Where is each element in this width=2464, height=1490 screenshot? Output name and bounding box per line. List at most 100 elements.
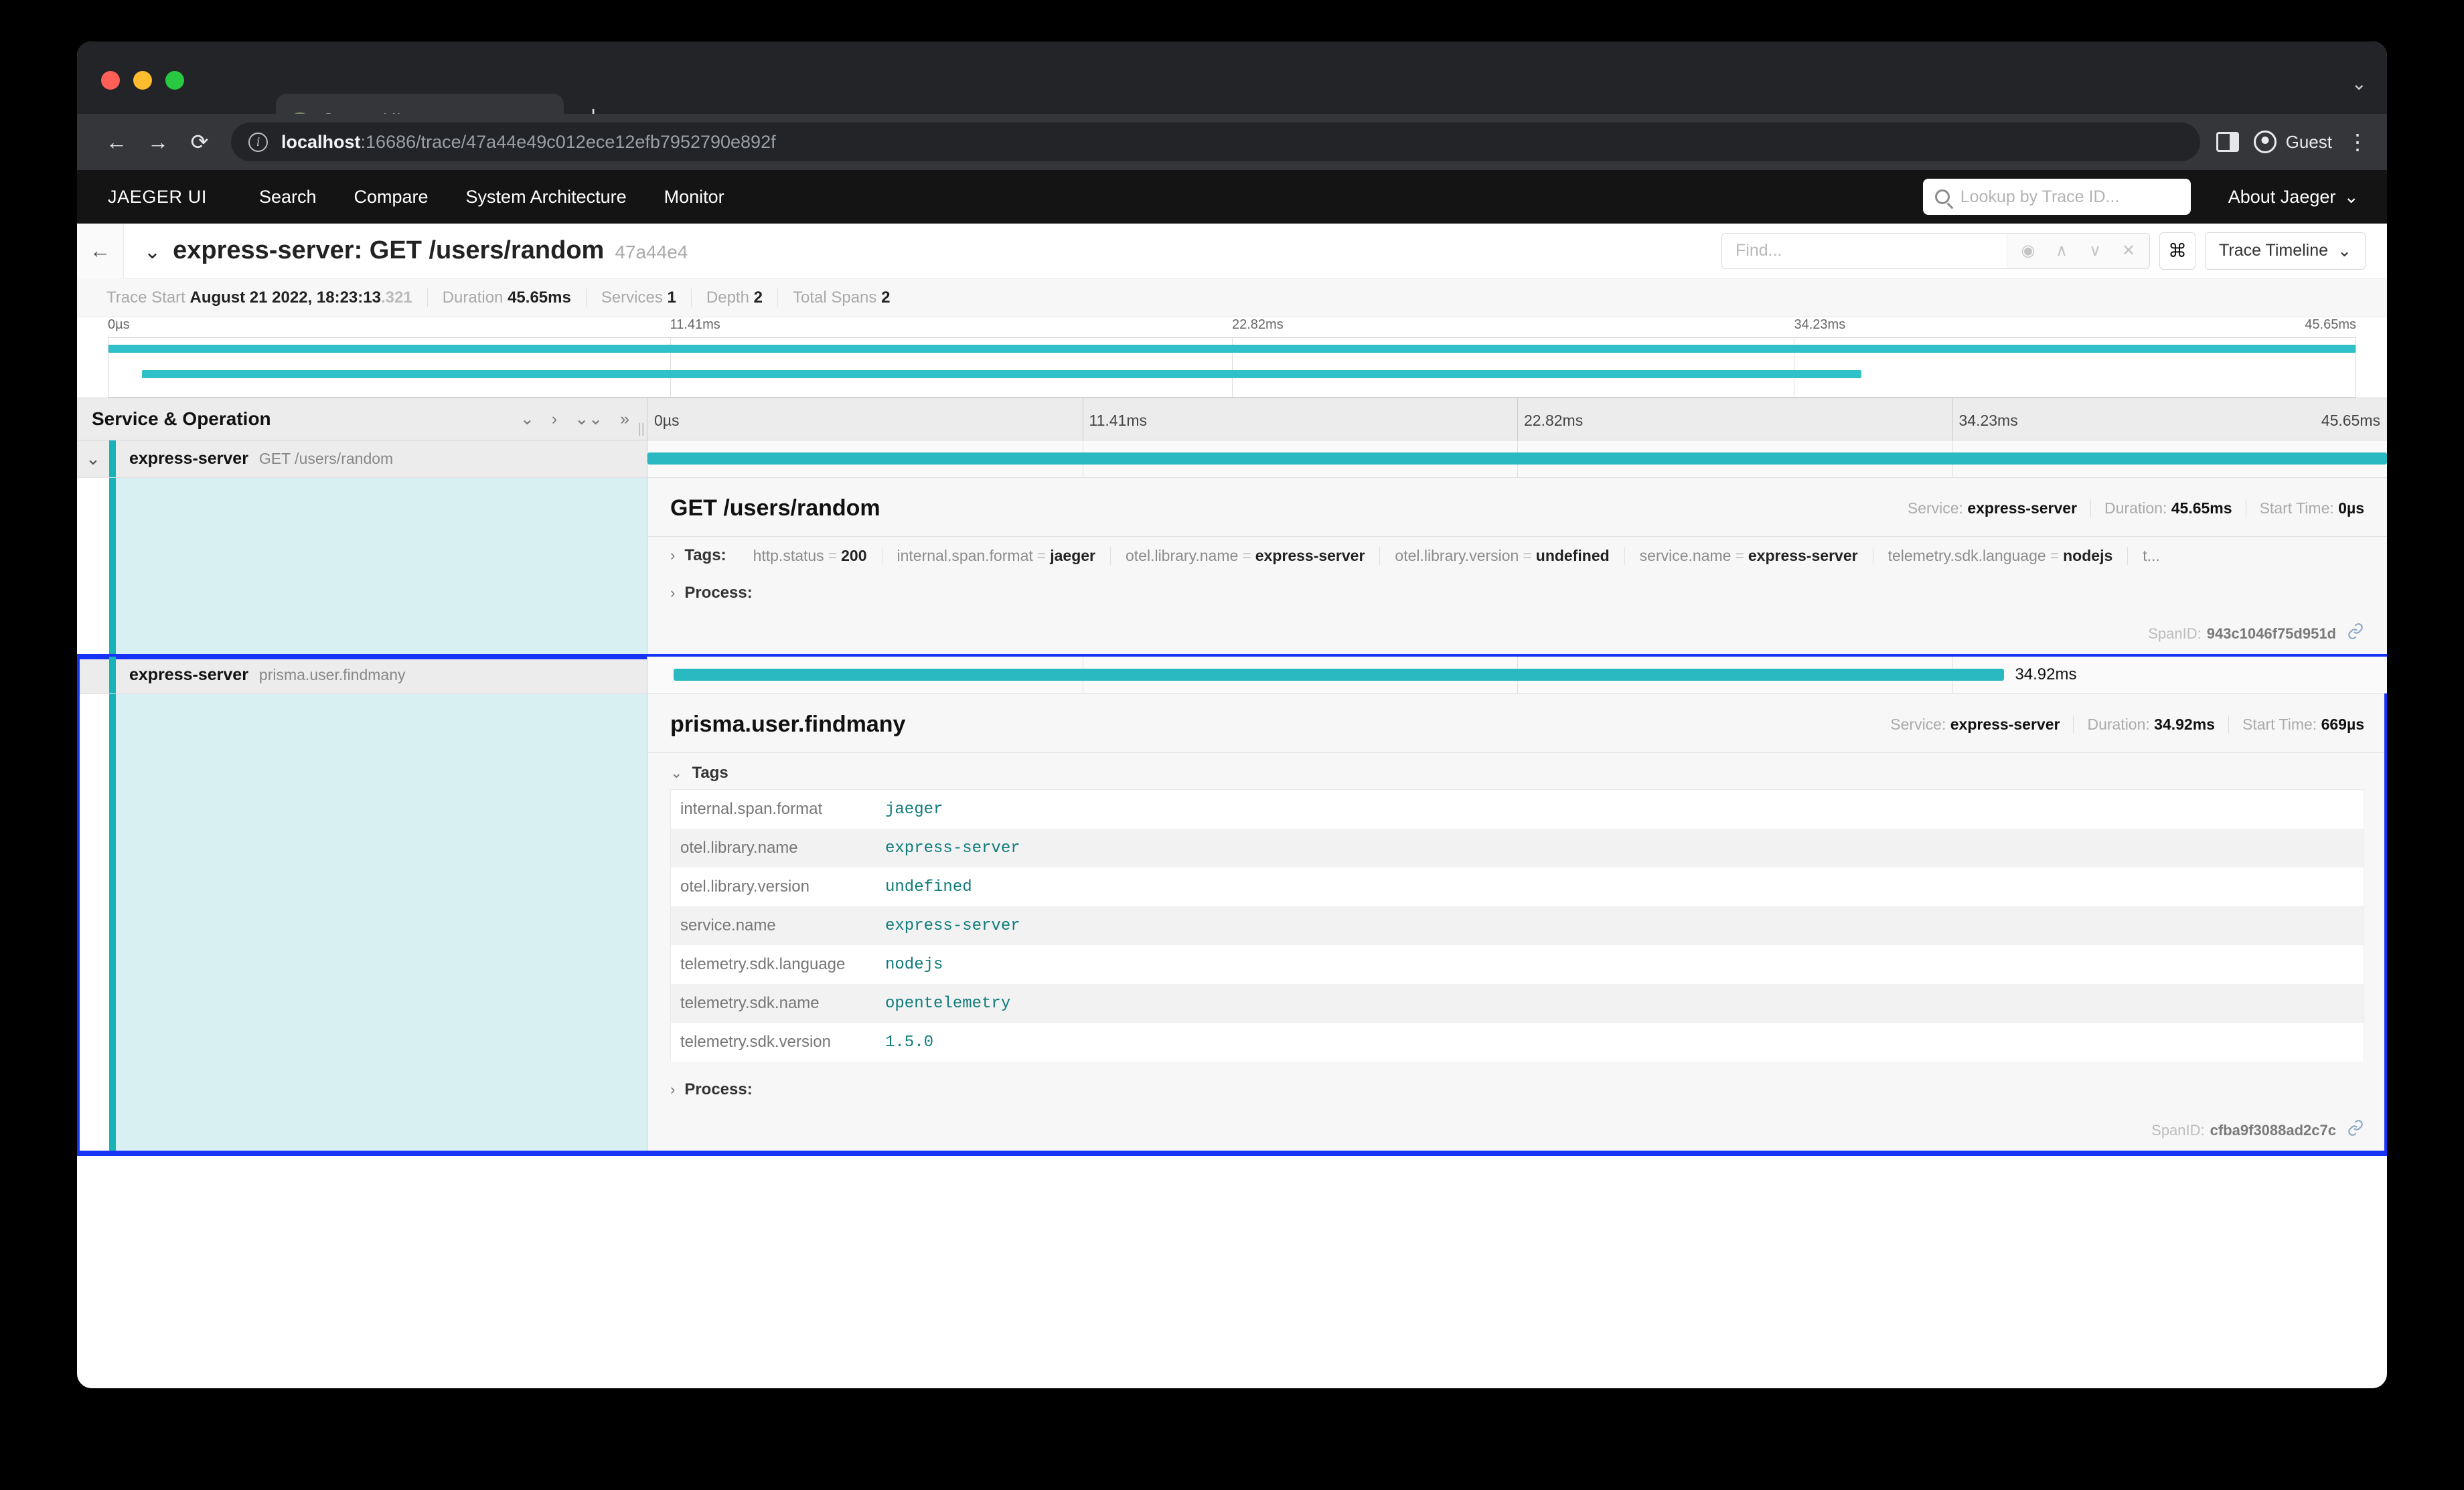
trace-id-lookup-input[interactable] [1960,187,2179,207]
trace-header: ← ⌄ express-server: GET /users/random 47… [77,224,2387,278]
span-row-bar-area[interactable]: 34.92ms [647,657,2387,693]
detail-start-label: Start Time: [2260,499,2334,517]
ruler-gridline [1517,398,1518,440]
span-detail-body: GET /users/random Service: express-serve… [647,478,2387,657]
trace-title-wrap: ⌄ express-server: GET /users/random 47a4… [124,236,1721,265]
split-view-icon[interactable] [2216,132,2239,152]
table-row: service.name express-server [671,906,2364,945]
browser-back-icon[interactable]: ← [96,131,137,153]
trace-title-chevron-down-icon[interactable]: ⌄ [144,240,161,264]
span-process-row[interactable]: › Process: [647,574,2387,612]
tag-key: telemetry.sdk.version [671,1033,885,1052]
about-jaeger-menu[interactable]: About Jaeger ⌄ [2228,187,2359,208]
span-row[interactable]: express-server prisma.user.findmany 34.9… [77,657,2387,694]
nav-item-search[interactable]: Search [240,187,335,208]
span-row-label[interactable]: express-server prisma.user.findmany [77,657,647,693]
view-mode-select[interactable]: Trace Timeline ⌄ [2205,232,2366,270]
tag-value: express-server [885,917,1020,935]
span-detail-title-row: GET /users/random Service: express-serve… [647,478,2387,537]
tag-chip: otel.library.name=express-server [1111,547,1380,565]
find-clear-icon[interactable]: ✕ [2113,241,2144,260]
span-detail-gutter [77,478,647,657]
detail-service-value: express-server [1967,499,2077,517]
service-color-bar [109,694,116,1153]
span-tags-table: internal.span.format jaeger otel.library… [670,789,2364,1062]
page-bottom-filler [77,1153,2387,1274]
detail-start-value: 0µs [2338,499,2364,517]
trace-id-lookup[interactable] [1923,179,2191,215]
table-row: telemetry.sdk.language nodejs [671,945,2364,984]
maximize-window-button[interactable] [165,71,184,90]
browser-forward-icon[interactable]: → [137,131,179,153]
minimap-bar [142,370,1861,378]
span-row-label[interactable]: ⌄ express-server GET /users/random [77,440,647,477]
table-row: telemetry.sdk.name opentelemetry [671,984,2364,1023]
site-info-icon[interactable]: i [248,133,268,152]
expand-one-icon[interactable]: › [552,410,557,429]
find-next-icon[interactable]: ∨ [2080,241,2110,260]
nav-item-compare[interactable]: Compare [335,187,447,208]
tag-chip: internal.span.format=jaeger [882,547,1111,565]
tag-chip: service.name=express-server [1625,547,1873,565]
keyboard-shortcuts-button[interactable]: ⌘ [2159,232,2196,270]
browser-reload-icon[interactable]: ⟳ [179,131,220,153]
ruler-tick-0: 0µs [654,412,680,430]
span-tags-header[interactable]: ⌄ Tags [647,753,2387,789]
ruler-tick-3: 34.23ms [1959,412,2018,430]
collapse-all-icon[interactable]: ⌄⌄ [574,409,603,429]
span-expand-chevron-down-icon[interactable]: ⌄ [77,448,109,469]
tag-chip: telemetry.sdk.language=nodejs [1873,547,2129,565]
url-host: localhost [281,132,361,152]
detail-service-label: Service: [1908,499,1963,517]
detail-duration: Duration: 45.65ms [2091,499,2246,517]
process-label: Process: [684,1080,752,1099]
about-jaeger-label: About Jaeger [2228,187,2336,208]
copy-link-icon[interactable] [2347,1119,2364,1141]
find-input[interactable] [1722,234,2007,268]
trace-back-button[interactable]: ← [77,224,124,278]
tag-value: nodejs [2063,547,2112,564]
span-tags-collapsed-row[interactable]: › Tags: http.status=200 internal.span.fo… [647,537,2387,574]
collapse-controls: ⌄ › ⌄⌄ » [520,409,647,429]
detail-start-time: Start Time: 669µs [2229,716,2364,734]
find-focus-icon[interactable]: ◉ [2013,241,2044,260]
nav-item-monitor[interactable]: Monitor [645,187,743,208]
nav-item-system-architecture[interactable]: System Architecture [447,187,645,208]
trace-minimap[interactable]: 0µs 11.41ms 22.82ms 34.23ms 45.65ms [77,317,2387,398]
copy-link-icon[interactable] [2347,623,2364,645]
meta-value: 2 [754,288,763,307]
trace-id-short: 47a44e4 [615,242,688,263]
url-path: :16686/trace/47a44e49c012ece12efb7952790… [361,132,776,152]
span-row[interactable]: ⌄ express-server GET /users/random [77,440,2387,478]
meta-total-spans: Total Spans 2 [793,288,905,307]
minimap-ticks: 0µs 11.41ms 22.82ms 34.23ms 45.65ms [108,317,2356,335]
span-detail-panel: prisma.user.findmany Service: express-se… [77,694,2387,1153]
selected-span-block: express-server prisma.user.findmany 34.9… [77,657,2387,1153]
meta-value: 1 [668,288,676,307]
tab-list-chevron-down-icon[interactable]: ⌄ [2352,72,2367,94]
span-process-row[interactable]: › Process: [647,1062,2387,1108]
minimize-window-button[interactable] [133,71,152,90]
collapse-one-icon[interactable]: ⌄ [520,409,534,429]
span-detail-operation: prisma.user.findmany [670,712,1877,738]
profile-button[interactable]: Guest [2254,131,2332,153]
address-bar[interactable]: i localhost:16686/trace/47a44e49c012ece1… [231,122,2200,161]
span-service-name: express-server [129,665,248,685]
column-resize-handle[interactable]: || [638,422,645,436]
expand-all-icon[interactable]: » [620,410,629,429]
trace-meta-bar: Trace Start August 21 2022, 18:23:13.321… [77,278,2387,317]
process-label: Process: [684,584,752,602]
span-names: express-server GET /users/random [116,449,393,469]
find-box[interactable]: ◉ ∧ ∨ ✕ [1721,233,2150,269]
jaeger-brand[interactable]: JAEGER UI [108,187,207,208]
close-window-button[interactable] [101,71,120,90]
ruler-gridline [1952,398,1953,440]
minimap-canvas[interactable] [108,337,2356,398]
span-row-bar-area[interactable] [647,440,2387,477]
detail-start-label: Start Time: [2242,716,2317,733]
browser-menu-icon[interactable]: ⋮ [2347,135,2368,149]
find-prev-icon[interactable]: ∧ [2046,241,2077,260]
span-id-label: SpanID: [2151,1122,2205,1139]
meta-label: Total Spans [793,288,876,307]
window-traffic-lights[interactable] [101,71,184,90]
